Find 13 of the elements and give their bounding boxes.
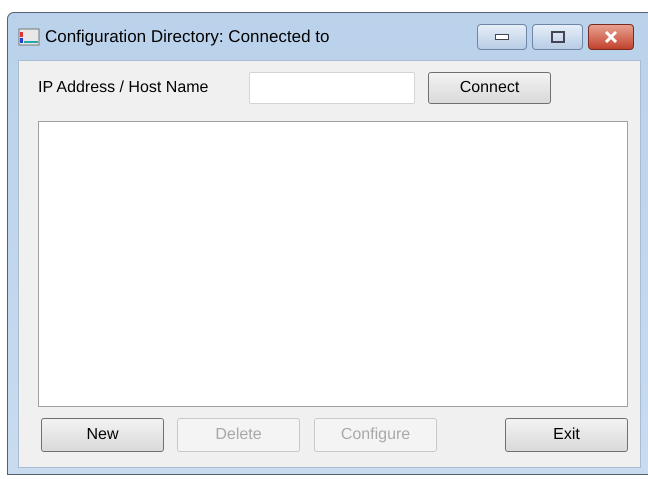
exit-button[interactable]: Exit <box>505 418 628 452</box>
close-icon <box>604 30 618 42</box>
minimize-icon <box>495 34 509 40</box>
address-field[interactable] <box>249 72 415 104</box>
new-button[interactable]: New <box>41 418 164 452</box>
app-icon <box>18 28 40 46</box>
connect-button[interactable]: Connect <box>428 72 551 104</box>
window-title: Configuration Directory: Connected to <box>45 26 330 48</box>
close-button[interactable] <box>588 24 634 50</box>
maximize-icon <box>550 30 564 42</box>
maximize-button[interactable] <box>532 24 583 50</box>
minimize-button[interactable] <box>477 24 527 50</box>
field-label: IP Address / Host Name <box>38 78 210 98</box>
